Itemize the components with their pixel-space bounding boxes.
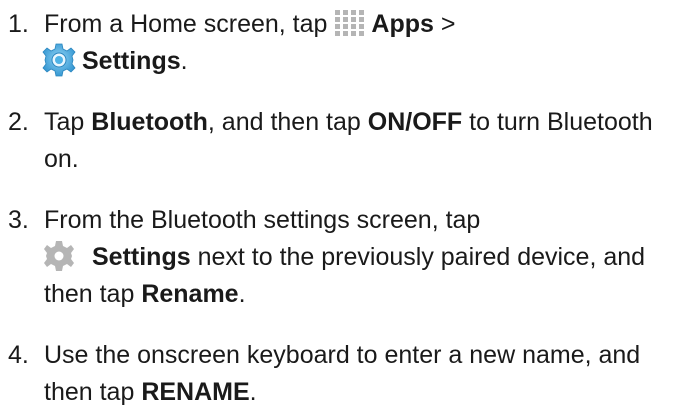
step-text: Use the onscreen keyboard to enter a new… (44, 341, 641, 406)
step-text: > (433, 10, 456, 38)
step-1: 1. From a Home screen, tap Apps > Settin… (8, 6, 676, 80)
bluetooth-label: Bluetooth (91, 108, 208, 136)
rename-label: Rename (141, 280, 239, 308)
apps-grid-icon (335, 10, 365, 36)
apps-label: Apps (371, 10, 434, 38)
step-text: . (238, 280, 246, 308)
step-text: , and then tap (207, 108, 368, 136)
step-number: 1. (8, 10, 29, 38)
step-text: . (180, 47, 188, 75)
settings-label: Settings (82, 47, 181, 75)
step-text: From a Home screen, tap (44, 10, 335, 38)
rename-button-label: RENAME (141, 378, 250, 406)
gear-icon (44, 241, 74, 271)
step-number: 3. (8, 206, 29, 234)
instruction-steps: 1. From a Home screen, tap Apps > Settin… (8, 0, 676, 411)
step-text: From the Bluetooth settings screen, tap (44, 206, 481, 234)
step-number: 4. (8, 341, 29, 369)
settings-app-icon (42, 43, 76, 77)
step-4: 4. Use the onscreen keyboard to enter a … (8, 337, 676, 411)
step-3: 3. From the Bluetooth settings screen, t… (8, 202, 676, 313)
step-text: . (249, 378, 257, 406)
settings-label: Settings (92, 243, 191, 271)
step-text: Tap (44, 108, 92, 136)
step-number: 2. (8, 108, 29, 136)
step-2: 2. Tap Bluetooth, and then tap ON/OFF to… (8, 104, 676, 178)
on-off-label: ON/OFF (367, 108, 463, 136)
